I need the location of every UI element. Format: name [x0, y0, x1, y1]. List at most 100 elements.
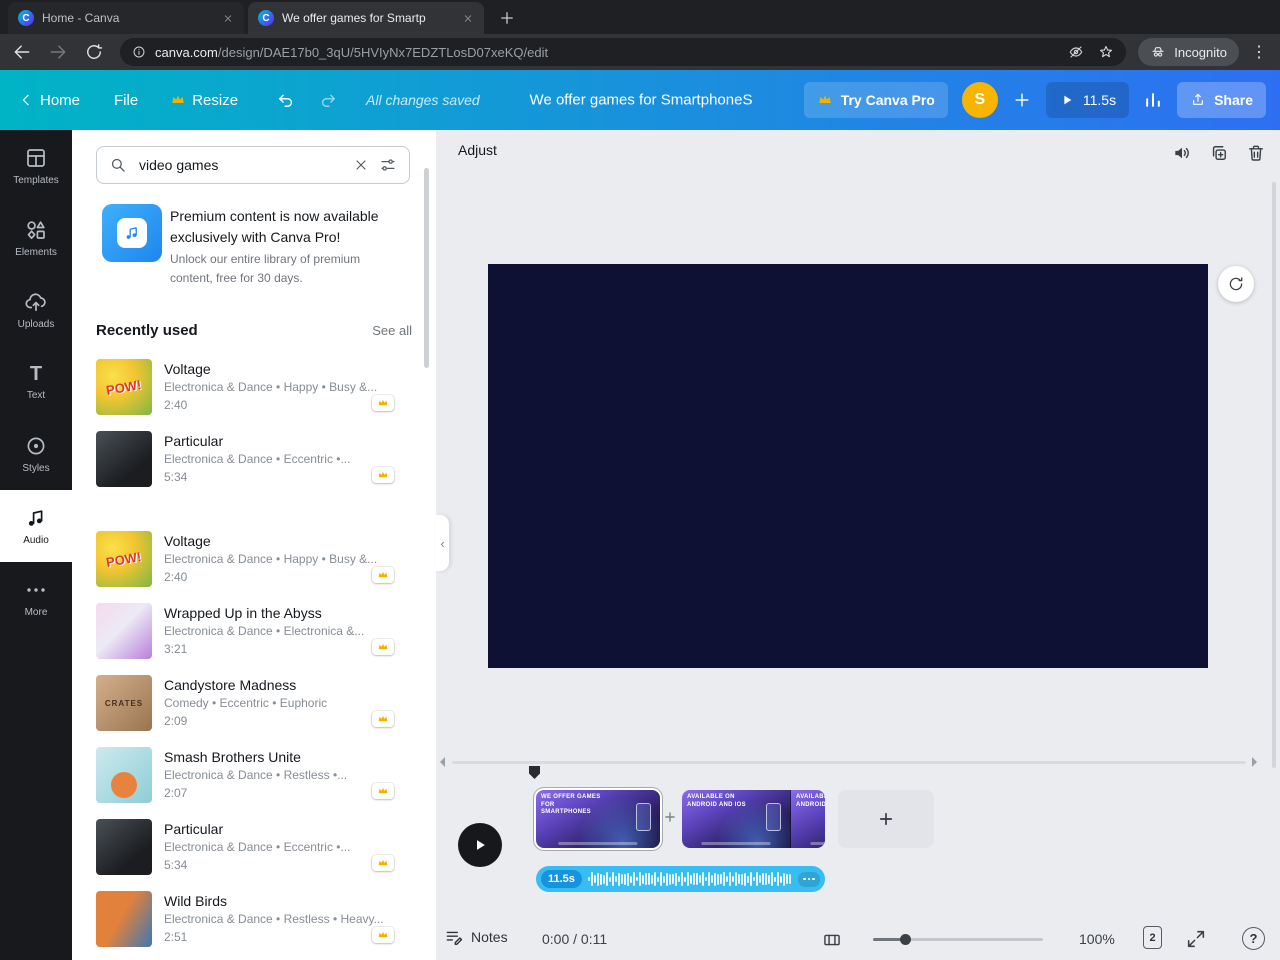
pro-crown-badge: [372, 855, 394, 871]
undo-icon[interactable]: [276, 90, 296, 110]
browser-menu-icon[interactable]: ⋮: [1251, 42, 1268, 62]
track-meta: Electronica & Dance • Eccentric •...: [164, 452, 351, 466]
audio-track-row[interactable]: Wild Birds Electronica & Dance • Restless…: [96, 891, 412, 947]
add-page-button[interactable]: [838, 790, 934, 848]
page-indicator-button[interactable]: 2: [1143, 926, 1162, 949]
design-canvas-page[interactable]: [488, 264, 1208, 668]
browser-tab-design[interactable]: C We offer games for Smartp: [248, 2, 484, 34]
sidebar-item-audio[interactable]: Audio: [0, 490, 72, 562]
pro-crown-badge: [372, 567, 394, 583]
eye-off-icon[interactable]: [1068, 44, 1084, 60]
clear-search-icon[interactable]: [353, 157, 369, 173]
tab-close-icon[interactable]: [222, 13, 234, 24]
audio-track-row[interactable]: POW! Voltage Electronica & Dance • Happy …: [96, 531, 412, 587]
forward-icon[interactable]: [48, 42, 68, 62]
horizontal-scrollbar[interactable]: [452, 761, 1246, 764]
music-note-icon: [117, 218, 147, 248]
scroll-left-arrow[interactable]: [440, 757, 445, 767]
track-title: Particular: [164, 433, 224, 449]
plus-icon: [879, 812, 893, 826]
back-icon[interactable]: [12, 42, 32, 62]
audio-track-row[interactable]: Smash Brothers Unite Electronica & Dance …: [96, 747, 412, 803]
sidebar-item-text[interactable]: T Text: [0, 346, 72, 418]
file-label: File: [114, 91, 139, 109]
zoom-slider-knob[interactable]: [900, 934, 911, 945]
design-title[interactable]: We offer games for SmartphoneS: [530, 92, 753, 109]
audio-track-row[interactable]: POW! Voltage Electronica & Dance • Happy …: [96, 359, 412, 415]
track-meta: Electronica & Dance • Happy • Busy &...: [164, 552, 378, 566]
shuffle-style-button[interactable]: [1218, 266, 1254, 302]
timeline-playhead[interactable]: [529, 766, 540, 779]
canva-header: Home File Resize All changes saved We of…: [0, 70, 1280, 130]
section-header: Recently used See all: [96, 322, 412, 339]
track-art: POW!: [96, 359, 152, 415]
audio-track-row[interactable]: CRATES Candystore Madness Comedy • Eccent…: [96, 675, 412, 731]
sidebar-item-label: Audio: [23, 535, 49, 546]
timeline-clip-2[interactable]: AVAILABLE ON ANDROID AND IOS AVAILABLE O…: [682, 790, 825, 848]
browser-tab-home[interactable]: C Home - Canva: [8, 2, 244, 34]
track-title: Wrapped Up in the Abyss: [164, 605, 322, 621]
add-transition-button[interactable]: [663, 810, 677, 824]
sidebar-item-more[interactable]: More: [0, 562, 72, 634]
audio-track-row[interactable]: Particular Electronica & Dance • Eccentri…: [96, 431, 412, 487]
add-member-icon[interactable]: [1012, 90, 1032, 110]
reload-icon[interactable]: [84, 42, 104, 62]
audio-more-button[interactable]: [798, 871, 820, 887]
file-menu-button[interactable]: File: [114, 92, 138, 109]
new-tab-button[interactable]: [498, 9, 516, 27]
browser-toolbar: canva.com/design/DAE17b0_3qU/5HVIyNx7EDZ…: [0, 34, 1280, 70]
adjust-button[interactable]: Adjust: [458, 142, 497, 158]
zoom-slider[interactable]: [873, 934, 1043, 945]
upload-cloud-icon: [25, 293, 46, 312]
vertical-scrollbar[interactable]: [1272, 182, 1276, 768]
account-avatar[interactable]: S: [961, 82, 998, 118]
audio-track-row[interactable]: Wrapped Up in the Abyss Electronica & Dan…: [96, 603, 412, 659]
panel-scrollbar[interactable]: [424, 168, 429, 368]
volume-icon[interactable]: [1172, 143, 1192, 163]
tab-close-icon[interactable]: [462, 13, 474, 24]
grid-view-icon[interactable]: [822, 930, 842, 950]
search-input[interactable]: [137, 156, 343, 174]
address-omnibox[interactable]: canva.com/design/DAE17b0_3qU/5HVIyNx7EDZ…: [120, 38, 1127, 66]
panel-collapse-button[interactable]: ‹: [436, 515, 449, 571]
share-button[interactable]: Share: [1177, 82, 1266, 118]
home-label: Home: [40, 91, 81, 109]
audio-track-row[interactable]: Particular Electronica & Dance • Eccentri…: [96, 819, 412, 875]
editor-workspace: Adjust WE OFFER GAMES FOR SMARTPHONES AV…: [436, 130, 1280, 960]
see-all-link[interactable]: See all: [372, 323, 412, 338]
play-icon: [1064, 95, 1072, 105]
duplicate-icon[interactable]: [1209, 143, 1229, 163]
filter-icon[interactable]: [379, 156, 397, 174]
delete-trash-icon[interactable]: [1246, 143, 1266, 163]
timeline-play-button[interactable]: [458, 823, 502, 867]
clip-page-thumbnail: AVAILABLE ON ANDROID AND IOS: [682, 790, 790, 848]
redo-icon[interactable]: [318, 90, 338, 110]
music-note-icon: [28, 510, 43, 526]
sidebar-item-uploads[interactable]: Uploads: [0, 274, 72, 346]
timeline-audio-track[interactable]: 11.5s: [536, 866, 825, 892]
track-meta: Comedy • Eccentric • Euphoric: [164, 696, 328, 710]
preview-play-button[interactable]: 11.5s: [1045, 82, 1130, 118]
incognito-icon: [1152, 47, 1164, 57]
resize-button[interactable]: Resize: [170, 92, 238, 109]
try-canva-pro-button[interactable]: Try Canva Pro: [803, 82, 948, 118]
help-button[interactable]: ?: [1242, 927, 1265, 950]
styles-icon: [27, 437, 45, 455]
home-button[interactable]: Home: [18, 92, 80, 109]
track-title: Wild Birds: [164, 893, 228, 909]
sidebar-item-elements[interactable]: Elements: [0, 202, 72, 274]
fullscreen-icon[interactable]: [1185, 928, 1207, 950]
incognito-label: Incognito: [1174, 44, 1227, 60]
saved-status: All changes saved: [366, 92, 480, 108]
timeline-statusbar: Notes 0:00 / 0:11 100% 2 ?: [436, 918, 1280, 960]
scroll-right-arrow[interactable]: [1252, 757, 1257, 767]
track-meta: Electronica & Dance • Happy • Busy &...: [164, 380, 378, 394]
timeline-clip-1[interactable]: WE OFFER GAMES FOR SMARTPHONES: [536, 790, 660, 848]
time-display: 0:00 / 0:11: [542, 931, 608, 947]
page-info-icon[interactable]: [132, 45, 146, 59]
sidebar-item-templates[interactable]: Templates: [0, 130, 72, 202]
insights-chart-icon[interactable]: [1143, 90, 1163, 110]
notes-button[interactable]: Notes: [444, 927, 508, 947]
sidebar-item-styles[interactable]: Styles: [0, 418, 72, 490]
bookmark-star-icon[interactable]: [1098, 44, 1114, 60]
